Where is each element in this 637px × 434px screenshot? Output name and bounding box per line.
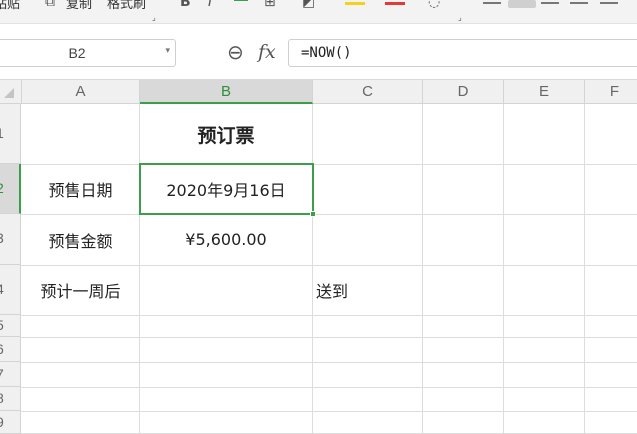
zoom-icon[interactable]: ⊖ <box>227 40 244 64</box>
align-right-icon[interactable] <box>541 2 559 4</box>
name-box-value: B2 <box>68 45 86 61</box>
column-header-c[interactable]: C <box>313 80 423 104</box>
expand-icon[interactable]: ⌟ <box>152 10 156 23</box>
row-header-7[interactable]: 7 <box>0 362 21 387</box>
underline-icon[interactable] <box>234 0 248 1</box>
ribbon-toolbar: 粘贴 ⧉ 复制 格式刷 ⌟ B I ⊞ ◩ ◌ ⌟ <box>0 0 637 24</box>
border-icon[interactable]: ⊞ <box>264 0 276 10</box>
copy-button[interactable]: 复制 <box>66 0 92 12</box>
cell-b3[interactable]: ¥5,600.00 <box>140 214 312 265</box>
paste-button[interactable]: 粘贴 <box>0 0 20 12</box>
italic-icon[interactable]: I <box>208 0 212 10</box>
row-header-5[interactable]: 5 <box>0 315 21 337</box>
formula-value: =NOW() <box>301 45 352 61</box>
highlight-icon[interactable] <box>345 2 365 5</box>
corner-triangle-icon <box>4 88 14 98</box>
fx-icon[interactable]: fx <box>258 41 276 63</box>
justify-icon[interactable] <box>570 2 588 4</box>
cell-c4[interactable]: 送到 <box>316 265 422 315</box>
grid-line <box>21 362 637 363</box>
grid-line <box>21 411 637 412</box>
row-header-4[interactable]: 4 <box>0 265 21 315</box>
column-header-f[interactable]: F <box>585 80 637 104</box>
row-header-3[interactable]: 3 <box>0 214 21 265</box>
bold-icon[interactable]: B <box>180 0 191 10</box>
row-header-8[interactable]: 8 <box>0 387 21 411</box>
copy-icon[interactable]: ⧉ <box>45 0 55 10</box>
column-header-b[interactable]: B <box>140 80 313 104</box>
distributed-icon[interactable] <box>600 2 618 4</box>
row-header-6[interactable]: 6 <box>0 337 21 362</box>
cell-b1-title[interactable]: 预订票 <box>140 104 312 164</box>
column-header-a[interactable]: A <box>22 80 140 104</box>
fill-color-icon[interactable]: ◩ <box>302 0 315 10</box>
format-painter-button[interactable]: 格式刷 <box>107 0 146 12</box>
align-left-icon[interactable] <box>483 2 501 4</box>
active-cell-border <box>139 163 314 215</box>
grid-line <box>21 387 637 388</box>
cell-a2[interactable]: 预售日期 <box>22 164 139 214</box>
formula-input[interactable]: =NOW() <box>288 39 637 67</box>
grid-line <box>312 104 313 434</box>
grid-line <box>584 104 585 434</box>
grid-line <box>21 337 637 338</box>
cell-a4[interactable]: 预计一周后 <box>22 265 139 315</box>
column-header-e[interactable]: E <box>504 80 585 104</box>
select-all-corner[interactable] <box>0 80 22 104</box>
grid-line <box>422 104 423 434</box>
chevron-down-icon[interactable]: ▾ <box>165 46 170 56</box>
align-center-icon[interactable] <box>508 0 536 8</box>
clear-icon[interactable]: ◌ <box>428 0 440 10</box>
font-color-icon[interactable] <box>385 2 405 5</box>
grid-line <box>503 104 504 434</box>
row-header-9[interactable]: 9 <box>0 411 21 434</box>
row-header-2[interactable]: 2 <box>0 164 21 214</box>
fill-handle[interactable] <box>310 211 316 217</box>
column-header-d[interactable]: D <box>423 80 504 104</box>
name-box[interactable]: B2 ▾ <box>0 39 176 67</box>
grid-line <box>21 315 637 316</box>
row-header-1[interactable]: 1 <box>0 104 21 164</box>
expand-icon[interactable]: ⌟ <box>458 10 462 23</box>
cell-a3[interactable]: 预售金额 <box>22 214 139 265</box>
